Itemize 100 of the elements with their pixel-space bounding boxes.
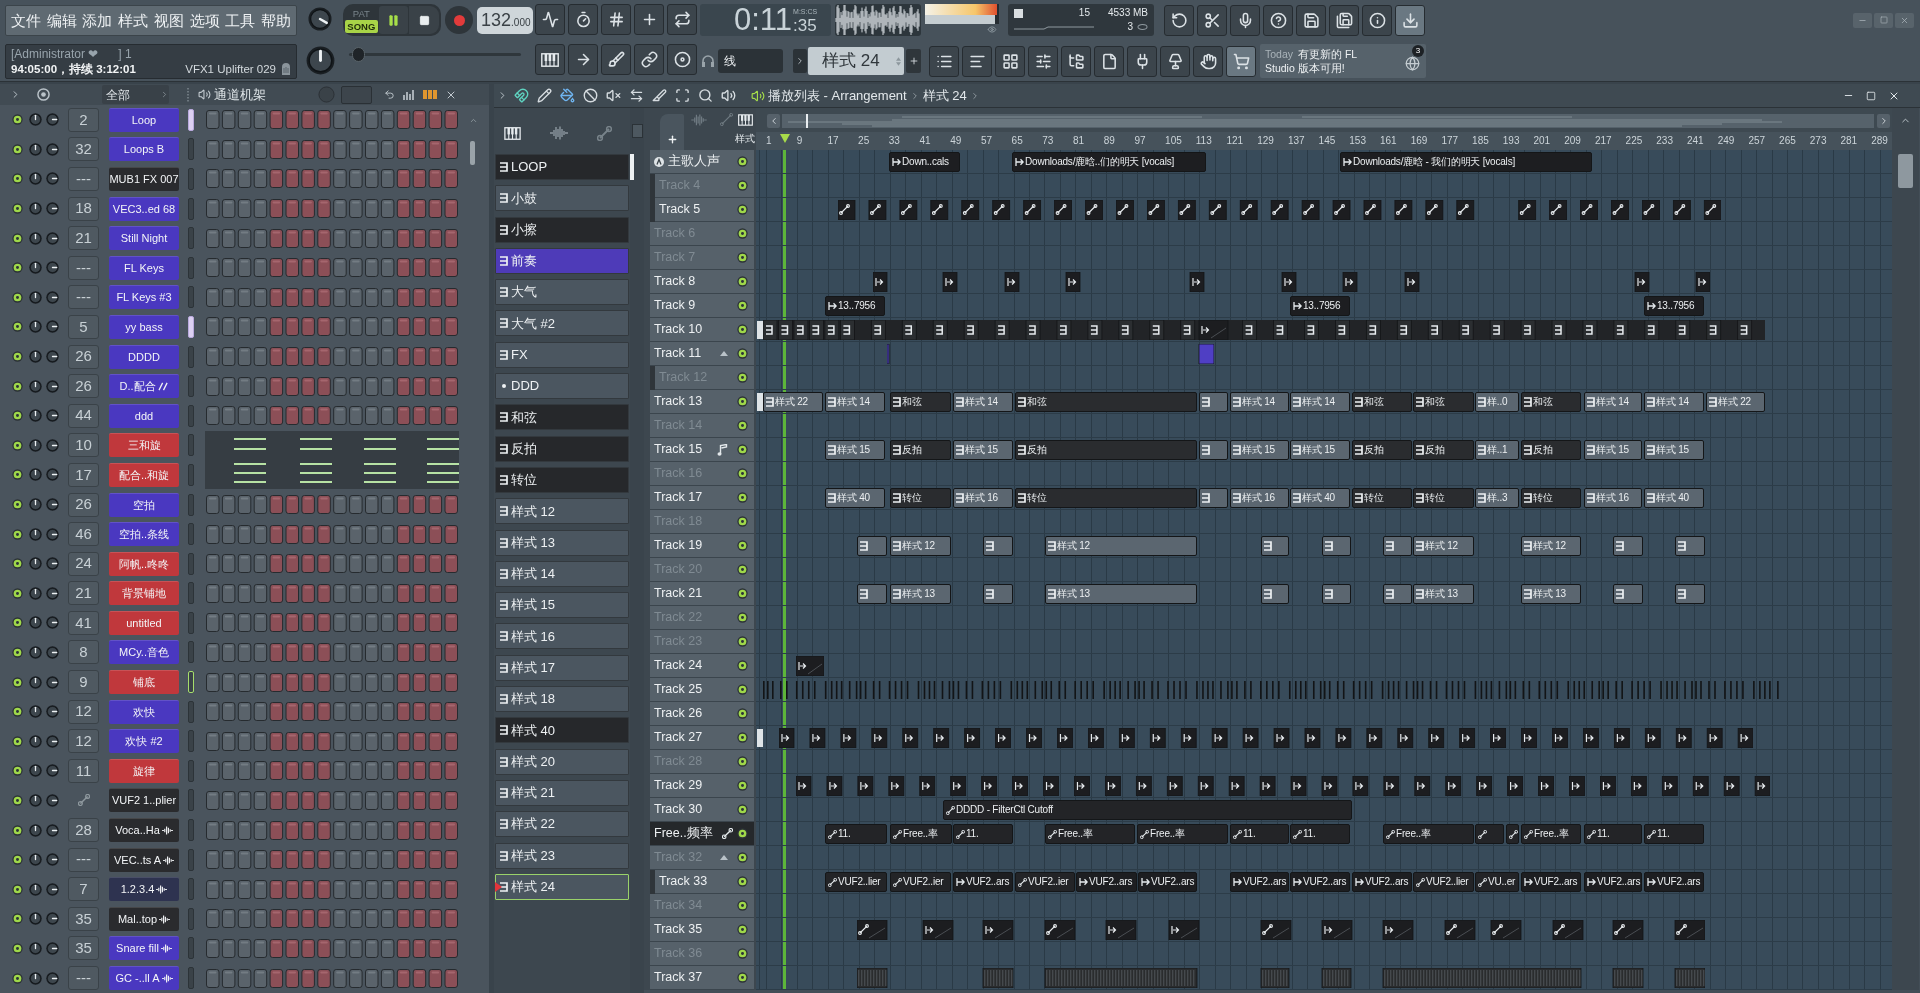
led-icon[interactable] xyxy=(737,612,748,623)
hand-button[interactable] xyxy=(1193,45,1223,77)
step-buttons[interactable] xyxy=(206,643,458,662)
pan-knob[interactable] xyxy=(29,202,42,216)
pan-knob[interactable] xyxy=(29,320,42,334)
pattern-clip[interactable]: 样式 16 xyxy=(1230,488,1289,508)
automation-clip[interactable]: 11. xyxy=(1230,824,1289,844)
brush-button[interactable] xyxy=(601,44,631,75)
mixer-track-field[interactable]: 7 xyxy=(68,877,99,902)
scroll-left-button[interactable] xyxy=(767,114,780,128)
led-icon[interactable] xyxy=(737,900,748,911)
collapse-icon[interactable] xyxy=(720,351,728,356)
volume-knob[interactable] xyxy=(46,705,59,719)
save-button[interactable] xyxy=(1296,4,1326,36)
audio-clip[interactable]: VUF2..ars xyxy=(1138,872,1197,892)
audio-clip[interactable]: VUF2..ars xyxy=(1644,872,1704,892)
scrollbar-thumb[interactable] xyxy=(470,141,475,165)
channel-button[interactable]: VEC..ts A xyxy=(109,847,179,872)
channel-rack-button[interactable] xyxy=(995,45,1025,77)
pattern-clip[interactable]: 样式 40 xyxy=(1290,488,1350,508)
pattern-clip[interactable]: 样式 15 xyxy=(1644,440,1704,460)
pattern-clip[interactable]: 样式 14 xyxy=(825,392,885,412)
led-icon[interactable] xyxy=(737,300,748,311)
channel-button[interactable]: FL Keys xyxy=(109,255,179,280)
pattern-item[interactable]: 样式 12 xyxy=(495,498,629,525)
pattern-clip[interactable]: 样..3 xyxy=(1475,488,1519,508)
audio-clip[interactable]: 13..7956 xyxy=(1644,296,1704,316)
pattern-clip[interactable] xyxy=(1613,536,1643,556)
scroll-right-button[interactable] xyxy=(1877,114,1890,128)
pattern-clip[interactable] xyxy=(1261,536,1289,556)
led-icon[interactable] xyxy=(12,232,23,244)
step-buttons[interactable] xyxy=(206,495,458,514)
volume-knob[interactable] xyxy=(46,498,59,511)
audio-clip[interactable]: VUF2..ars xyxy=(1352,872,1412,892)
close-button[interactable] xyxy=(1895,12,1914,28)
mixer-track-field[interactable]: --- xyxy=(68,966,99,990)
menu-item[interactable]: 文件 xyxy=(11,13,41,28)
pattern-item[interactable]: 样式 18 xyxy=(495,686,629,713)
pattern-clip[interactable]: 转位 xyxy=(1413,488,1474,508)
pattern-item[interactable]: 样式 15 xyxy=(495,592,629,619)
plugin-button[interactable] xyxy=(1127,45,1157,77)
channel-button[interactable]: Loop xyxy=(109,107,179,132)
pattern-item[interactable]: 小鼓 xyxy=(495,185,629,212)
led-icon[interactable] xyxy=(737,852,748,863)
mixer-track-field[interactable]: 44 xyxy=(68,403,99,428)
pattern-clip[interactable]: 反拍 xyxy=(1015,440,1197,460)
led-icon[interactable] xyxy=(737,228,748,239)
volume-knob[interactable] xyxy=(46,202,59,216)
mixer-track-field[interactable]: 5 xyxy=(68,314,99,339)
pan-knob[interactable] xyxy=(29,142,42,156)
pattern-clip[interactable] xyxy=(1675,584,1705,604)
timer-button[interactable] xyxy=(568,4,598,35)
volume-knob[interactable] xyxy=(46,734,59,748)
pulse-button[interactable] xyxy=(535,4,565,35)
mixer-track-field[interactable]: --- xyxy=(68,285,99,310)
channel-button[interactable]: 配合..和旋 xyxy=(109,462,179,487)
led-icon[interactable] xyxy=(12,321,23,333)
volume-knob[interactable] xyxy=(46,941,59,955)
pattern-item[interactable]: 样式 14 xyxy=(495,560,629,587)
audio-clip[interactable]: Downloads/鹿晗 - 我们的明天 [vocals] xyxy=(1340,152,1592,172)
led-icon[interactable] xyxy=(12,203,23,215)
pan-knob[interactable] xyxy=(29,409,42,423)
mixer-track-field[interactable]: 32 xyxy=(68,137,99,162)
pattern-clip[interactable]: 样式 16 xyxy=(1584,488,1642,508)
mixer-track-field[interactable]: 11 xyxy=(68,758,99,783)
scrollbar-thumb[interactable] xyxy=(630,154,634,180)
step-buttons[interactable] xyxy=(206,702,458,722)
pattern-clip[interactable]: 转位 xyxy=(890,488,951,508)
select-indicator[interactable] xyxy=(188,108,194,131)
pattern-clip[interactable]: 反拍 xyxy=(1521,440,1581,460)
pattern-clip[interactable]: 反拍 xyxy=(890,440,951,460)
step-buttons[interactable] xyxy=(206,583,458,603)
step-buttons[interactable] xyxy=(206,554,458,574)
info-button[interactable] xyxy=(1362,4,1392,36)
pattern-clip[interactable] xyxy=(857,584,887,604)
pattern-clip[interactable]: 样式 13 xyxy=(1413,584,1474,604)
volume-knob[interactable] xyxy=(46,379,59,393)
refresh-button[interactable] xyxy=(1164,4,1194,36)
led-icon[interactable] xyxy=(12,528,23,540)
pattern-clip[interactable]: 和弦 xyxy=(1413,392,1474,412)
pattern-clip[interactable]: 转位 xyxy=(1015,488,1197,508)
pattern-clip[interactable]: 样式 40 xyxy=(825,488,885,508)
led-icon[interactable] xyxy=(737,588,748,599)
led-icon[interactable] xyxy=(12,824,23,836)
pattern-item[interactable]: 样式 16 xyxy=(495,623,629,650)
pattern-clip[interactable]: 样式 16 xyxy=(953,488,1013,508)
pattern-clip[interactable] xyxy=(1383,536,1412,556)
pan-knob[interactable] xyxy=(29,113,42,127)
mixer-track-field[interactable]: 9 xyxy=(68,670,99,695)
pattern-clip[interactable] xyxy=(983,584,1013,604)
mixer-track-field[interactable]: 17 xyxy=(68,462,99,487)
pattern-clip[interactable] xyxy=(1322,536,1351,556)
step-buttons[interactable] xyxy=(206,909,458,929)
pattern-clip[interactable]: 样式 13 xyxy=(890,584,951,604)
pattern-clip[interactable]: 样式 14 xyxy=(1644,392,1704,412)
led-icon[interactable] xyxy=(737,948,748,959)
led-icon[interactable] xyxy=(737,780,748,791)
audio-clip[interactable]: Downloads/鹿晗..们的明天 [vocals] xyxy=(1012,152,1206,172)
pan-knob[interactable] xyxy=(29,853,42,867)
volume-knob[interactable] xyxy=(46,142,59,156)
